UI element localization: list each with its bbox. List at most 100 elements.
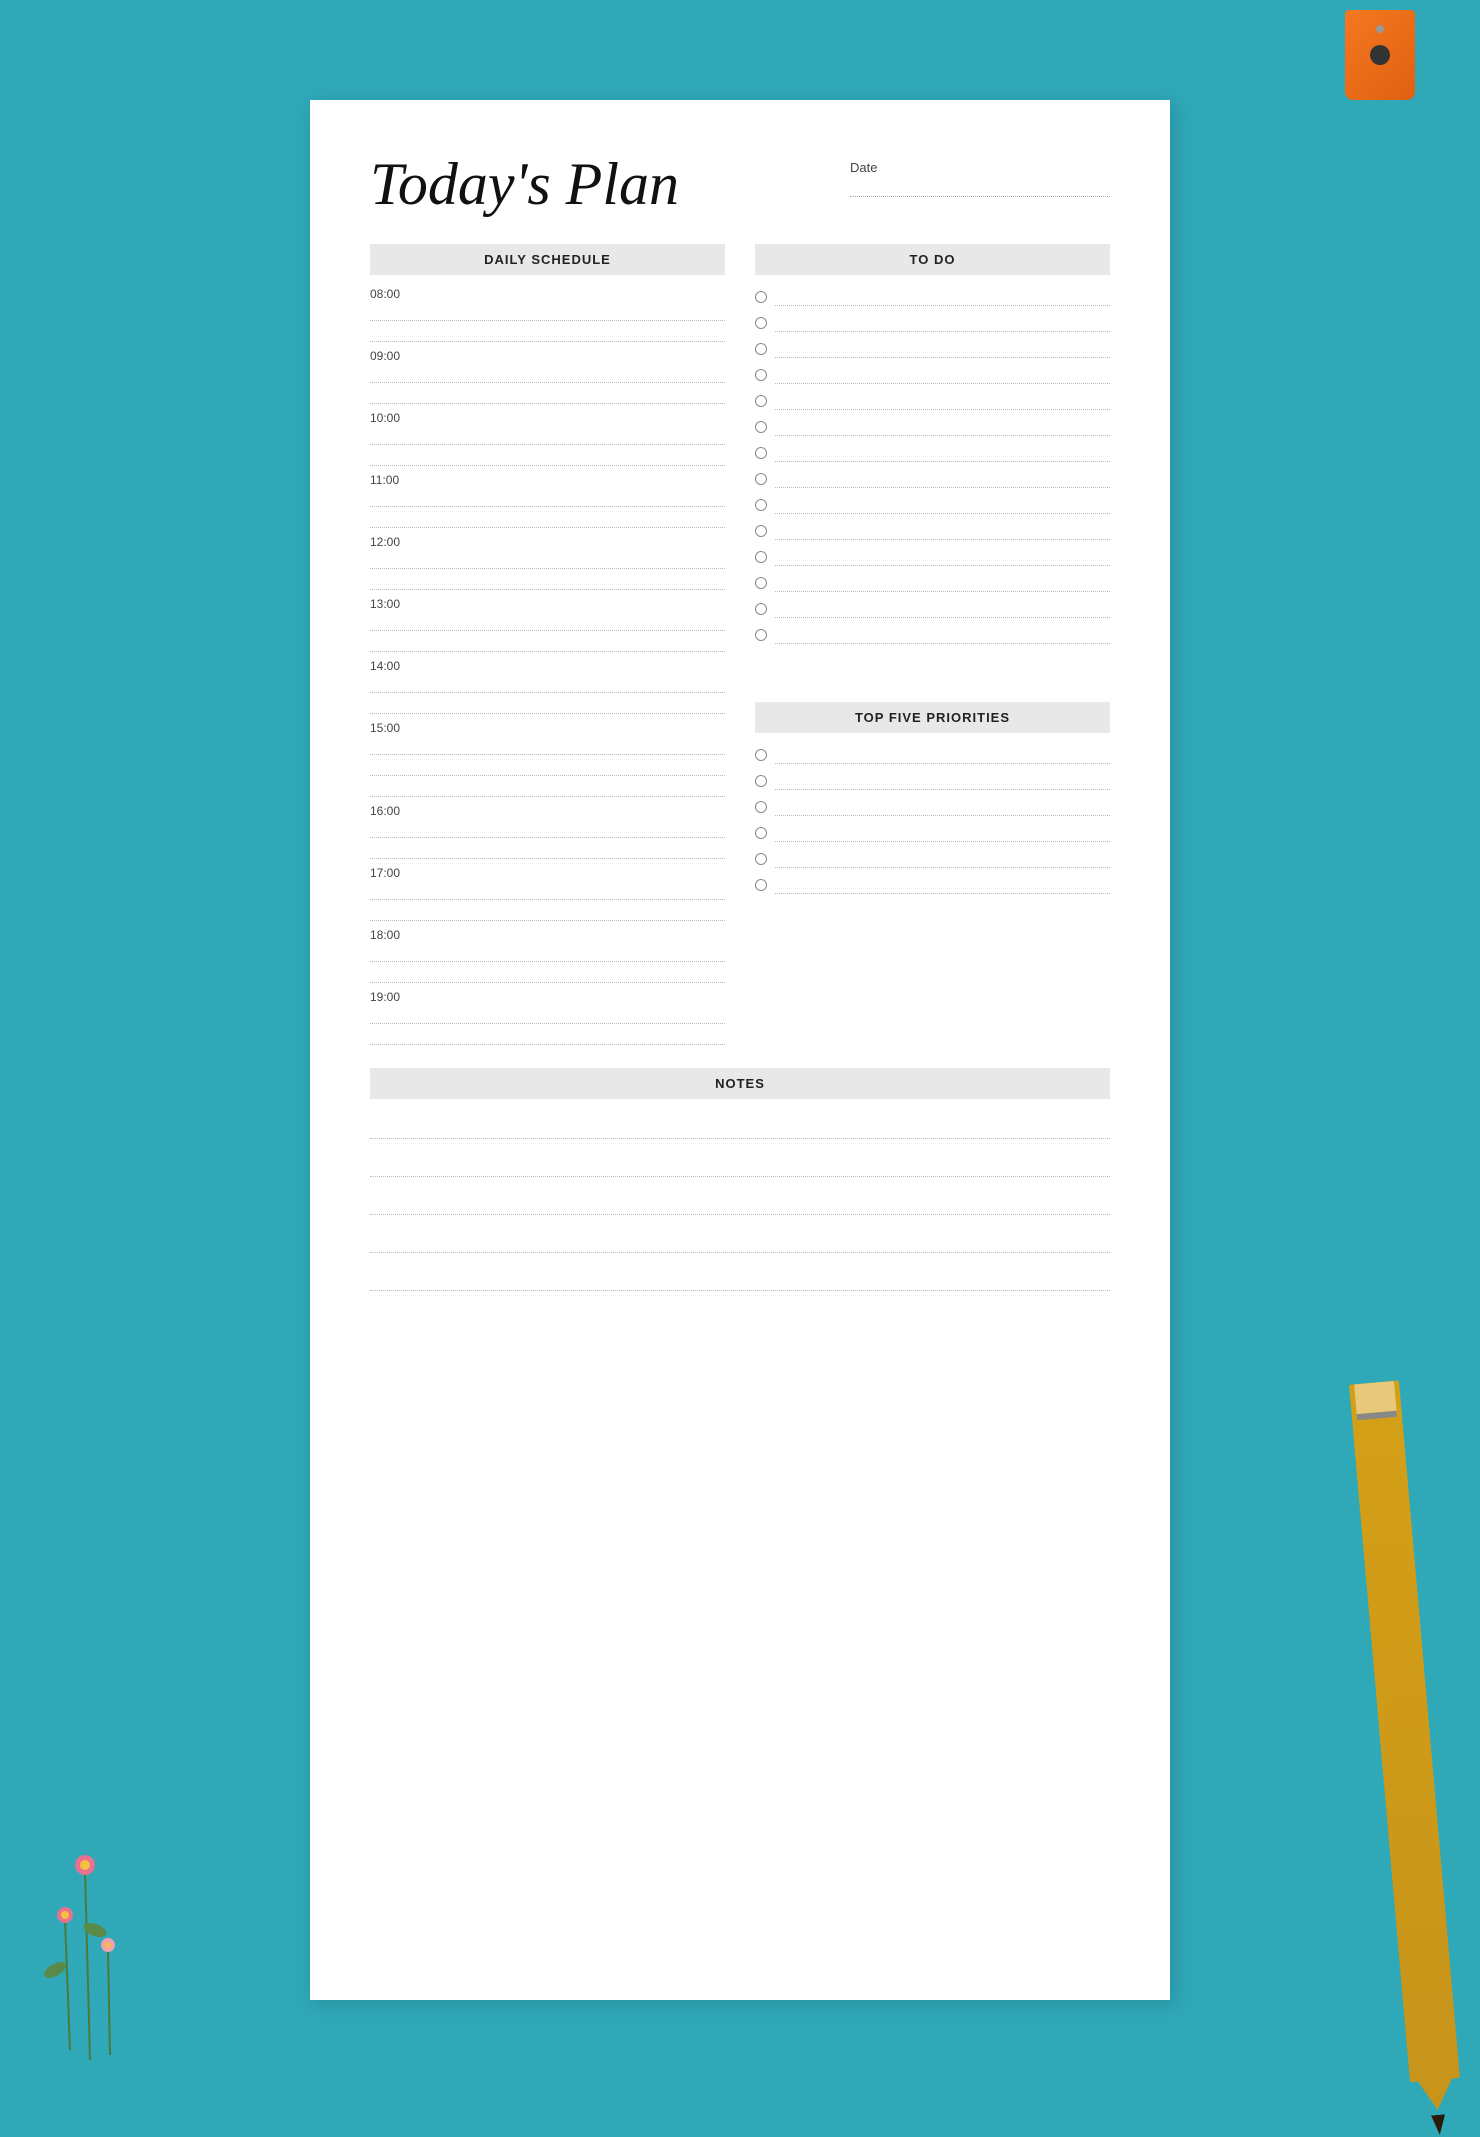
priority-line-6[interactable] — [775, 874, 1110, 894]
time-line-1500b[interactable] — [370, 758, 725, 776]
todo-line-10[interactable] — [775, 520, 1110, 540]
time-line-1100b[interactable] — [370, 510, 725, 528]
todo-line-2[interactable] — [775, 312, 1110, 332]
time-label-1100: 11:00 — [370, 469, 725, 489]
time-slot-1000: 10:00 — [370, 407, 725, 466]
time-line-1500c[interactable] — [370, 779, 725, 797]
time-label-1300: 13:00 — [370, 593, 725, 613]
notes-line-4[interactable] — [370, 1221, 1110, 1253]
time-line-1900a[interactable] — [370, 1006, 725, 1024]
priority-circle-5[interactable] — [755, 853, 767, 865]
notes-line-2[interactable] — [370, 1145, 1110, 1177]
priority-circle-6[interactable] — [755, 879, 767, 891]
todo-circle-8[interactable] — [755, 473, 767, 485]
todo-circle-10[interactable] — [755, 525, 767, 537]
time-label-1800: 18:00 — [370, 924, 725, 944]
todo-circle-4[interactable] — [755, 369, 767, 381]
priority-line-2[interactable] — [775, 770, 1110, 790]
todo-line-14[interactable] — [775, 624, 1110, 644]
time-label-1200: 12:00 — [370, 531, 725, 551]
todo-circle-7[interactable] — [755, 447, 767, 459]
time-line-1700a[interactable] — [370, 882, 725, 900]
todo-item-2 — [755, 309, 1110, 335]
time-line-0900b[interactable] — [370, 386, 725, 404]
time-line-1100a[interactable] — [370, 489, 725, 507]
todo-header: TO DO — [755, 244, 1110, 275]
time-line-1900b[interactable] — [370, 1027, 725, 1045]
time-slot-1400: 14:00 — [370, 655, 725, 714]
time-line-1600b[interactable] — [370, 841, 725, 859]
sharpener-decoration — [1340, 0, 1420, 120]
todo-item-5 — [755, 387, 1110, 413]
time-line-1300a[interactable] — [370, 613, 725, 631]
time-line-1400a[interactable] — [370, 675, 725, 693]
time-line-1800a[interactable] — [370, 944, 725, 962]
todo-line-6[interactable] — [775, 416, 1110, 436]
time-line-1500a[interactable] — [370, 737, 725, 755]
time-label-1900: 19:00 — [370, 986, 725, 1006]
todo-line-11[interactable] — [775, 546, 1110, 566]
time-line-1000a[interactable] — [370, 427, 725, 445]
time-line-1000b[interactable] — [370, 448, 725, 466]
date-section: Date — [850, 150, 1110, 197]
time-line-0800a[interactable] — [370, 303, 725, 321]
daily-schedule-header: DAILY SCHEDULE — [370, 244, 725, 275]
time-line-1300b[interactable] — [370, 634, 725, 652]
todo-circle-2[interactable] — [755, 317, 767, 329]
todo-line-13[interactable] — [775, 598, 1110, 618]
priority-line-3[interactable] — [775, 796, 1110, 816]
date-input-line[interactable] — [850, 179, 1110, 197]
todo-circle-9[interactable] — [755, 499, 767, 511]
todo-item-7 — [755, 439, 1110, 465]
header: Today's Plan Date — [370, 150, 1110, 219]
todo-line-3[interactable] — [775, 338, 1110, 358]
priority-circle-2[interactable] — [755, 775, 767, 787]
todo-circle-11[interactable] — [755, 551, 767, 563]
notes-line-1[interactable] — [370, 1107, 1110, 1139]
priority-line-5[interactable] — [775, 848, 1110, 868]
todo-circle-3[interactable] — [755, 343, 767, 355]
time-line-1800b[interactable] — [370, 965, 725, 983]
todo-item-3 — [755, 335, 1110, 361]
priority-circle-3[interactable] — [755, 801, 767, 813]
priority-line-4[interactable] — [775, 822, 1110, 842]
notes-line-3[interactable] — [370, 1183, 1110, 1215]
todo-line-8[interactable] — [775, 468, 1110, 488]
todo-line-9[interactable] — [775, 494, 1110, 514]
todo-circle-6[interactable] — [755, 421, 767, 433]
time-line-1600a[interactable] — [370, 820, 725, 838]
notes-header: NOTES — [370, 1068, 1110, 1099]
time-slot-1500: 15:00 — [370, 717, 725, 797]
time-slot-1100: 11:00 — [370, 469, 725, 528]
todo-circle-14[interactable] — [755, 629, 767, 641]
priority-circle-1[interactable] — [755, 749, 767, 761]
time-line-0800b[interactable] — [370, 324, 725, 342]
time-line-1400b[interactable] — [370, 696, 725, 714]
todo-line-1[interactable] — [775, 286, 1110, 306]
time-line-1200a[interactable] — [370, 551, 725, 569]
time-slot-0800: 08:00 — [370, 283, 725, 342]
todo-circle-1[interactable] — [755, 291, 767, 303]
time-line-0900a[interactable] — [370, 365, 725, 383]
todo-line-5[interactable] — [775, 390, 1110, 410]
priority-line-1[interactable] — [775, 744, 1110, 764]
priority-circle-4[interactable] — [755, 827, 767, 839]
time-label-1500: 15:00 — [370, 717, 725, 737]
time-line-1200b[interactable] — [370, 572, 725, 590]
priority-item-1 — [755, 741, 1110, 767]
notes-line-5[interactable] — [370, 1259, 1110, 1291]
todo-circle-12[interactable] — [755, 577, 767, 589]
priority-item-3 — [755, 793, 1110, 819]
time-label-0800: 08:00 — [370, 283, 725, 303]
todo-line-7[interactable] — [775, 442, 1110, 462]
todo-circle-5[interactable] — [755, 395, 767, 407]
todo-circle-13[interactable] — [755, 603, 767, 615]
time-label-1700: 17:00 — [370, 862, 725, 882]
time-slot-1200: 12:00 — [370, 531, 725, 590]
todo-item-10 — [755, 517, 1110, 543]
time-slot-1800: 18:00 — [370, 924, 725, 983]
time-label-0900: 09:00 — [370, 345, 725, 365]
todo-line-4[interactable] — [775, 364, 1110, 384]
time-line-1700b[interactable] — [370, 903, 725, 921]
todo-line-12[interactable] — [775, 572, 1110, 592]
